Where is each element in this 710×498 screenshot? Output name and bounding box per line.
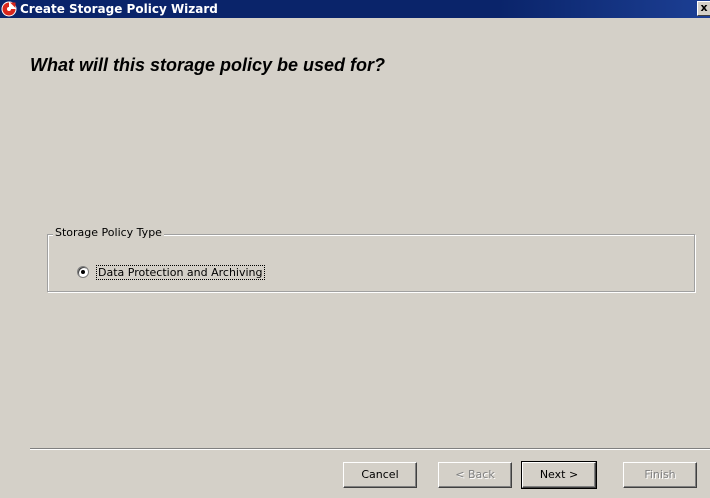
page-heading: What will this storage policy be used fo… — [30, 55, 386, 75]
title-bar[interactable]: Create Storage Policy Wizard x — [0, 0, 710, 18]
cancel-button[interactable]: Cancel — [343, 462, 417, 488]
radio-selected-dot — [81, 270, 85, 274]
back-button[interactable]: < Back — [438, 462, 512, 488]
wizard-window: Create Storage Policy Wizard x What will… — [0, 0, 710, 498]
radio-button[interactable] — [77, 266, 89, 278]
footer-separator — [30, 448, 710, 450]
radio-label[interactable]: Data Protection and Archiving — [96, 264, 265, 280]
radio-option-data-protection[interactable]: Data Protection and Archiving — [77, 264, 265, 280]
close-icon: x — [700, 1, 708, 14]
group-legend: Storage Policy Type — [53, 226, 164, 240]
storage-policy-type-group — [47, 234, 695, 292]
app-logo-icon — [1, 1, 17, 17]
close-button[interactable]: x — [697, 1, 710, 16]
next-button[interactable]: Next > — [521, 461, 597, 489]
finish-button[interactable]: Finish — [623, 462, 697, 488]
window-title: Create Storage Policy Wizard — [20, 2, 218, 16]
